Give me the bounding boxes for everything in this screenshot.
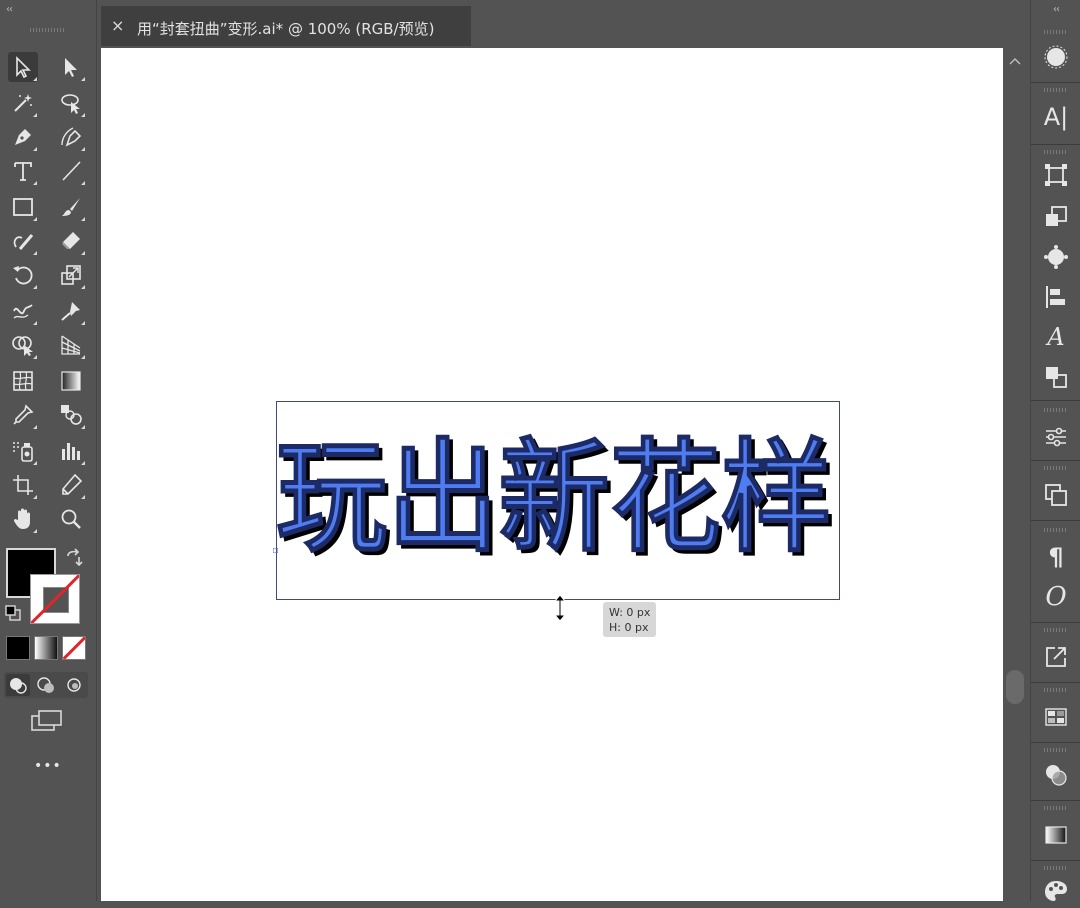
edit-toolbar-button[interactable]: ••• bbox=[34, 758, 62, 774]
dock-grip[interactable] bbox=[1044, 866, 1068, 870]
gradient-panel-icon[interactable] bbox=[1039, 818, 1073, 852]
scroll-up-icon[interactable] bbox=[1009, 54, 1021, 68]
appearance-panel-icon[interactable] bbox=[1039, 240, 1073, 274]
slice-tool-icon[interactable] bbox=[56, 470, 86, 500]
document-title: 用“封套扭曲”变形.ai* @ 100% (RGB/预览) bbox=[137, 20, 435, 38]
gradient-tool-icon[interactable] bbox=[56, 366, 86, 396]
shaper-tool-icon[interactable] bbox=[8, 226, 38, 256]
tools-panel: ‹‹ ••• bbox=[0, 0, 97, 901]
rotate-tool-icon[interactable] bbox=[8, 260, 38, 290]
artboards-panel-icon[interactable] bbox=[1039, 478, 1073, 512]
scroll-thumb[interactable] bbox=[1006, 670, 1024, 704]
collapse-tools-button[interactable]: ‹‹ bbox=[6, 4, 13, 15]
warp-tool-icon[interactable] bbox=[8, 296, 38, 326]
dock-grip[interactable] bbox=[1044, 688, 1068, 692]
magic-wand-tool-icon[interactable] bbox=[8, 88, 38, 118]
draw-modes-group bbox=[4, 672, 88, 698]
envelope-bounding-box[interactable] bbox=[276, 401, 840, 600]
dock-grip[interactable] bbox=[1044, 528, 1068, 532]
dimension-tooltip: W: 0 px H: 0 px bbox=[603, 602, 656, 637]
draw-inside-icon[interactable] bbox=[62, 674, 86, 696]
export-panel-icon[interactable] bbox=[1039, 640, 1073, 674]
dock-grip[interactable] bbox=[1044, 628, 1068, 632]
color-mode-button[interactable] bbox=[6, 636, 30, 660]
document-tab[interactable]: × 用“封套扭曲”变形.ai* @ 100% (RGB/预览) bbox=[101, 6, 471, 46]
stroke-none-swatch[interactable] bbox=[30, 574, 80, 624]
rectangle-tool-icon[interactable] bbox=[8, 192, 38, 222]
eraser-tool-icon[interactable] bbox=[56, 226, 86, 256]
swatches-panel-icon[interactable] bbox=[1039, 700, 1073, 734]
line-segment-tool-icon[interactable] bbox=[56, 156, 86, 186]
eyedropper-tool-icon[interactable] bbox=[8, 400, 38, 430]
dock-grip[interactable] bbox=[1044, 150, 1068, 154]
document-tab-bar: × 用“封套扭曲”变形.ai* @ 100% (RGB/预览) bbox=[101, 0, 1027, 48]
paintbrush-tool-icon[interactable] bbox=[56, 192, 86, 222]
gradient-mode-button[interactable] bbox=[34, 636, 58, 660]
brushes-panel-icon[interactable] bbox=[1039, 40, 1073, 74]
close-document-icon[interactable]: × bbox=[111, 16, 124, 35]
transparency-panel-icon[interactable] bbox=[1039, 758, 1073, 792]
change-screen-mode-icon[interactable] bbox=[30, 708, 64, 734]
illustrator-window: ‹‹ ••• × 用“封套扭曲”变形.ai* @ 100% (RGB/预览) 玩… bbox=[0, 0, 1080, 901]
opentype-panel-icon[interactable]: 𝐴 bbox=[1039, 320, 1073, 354]
default-fill-stroke-icon[interactable] bbox=[4, 604, 22, 622]
perspective-grid-tool-icon[interactable] bbox=[56, 330, 86, 360]
properties-panel-icon[interactable] bbox=[1039, 420, 1073, 454]
dock-grip[interactable] bbox=[1044, 408, 1068, 412]
lasso-tool-icon[interactable] bbox=[56, 88, 86, 118]
tooltip-height: H: 0 px bbox=[609, 621, 649, 634]
curvature-tool-icon[interactable] bbox=[56, 122, 86, 152]
color-guide-panel-icon[interactable] bbox=[1039, 874, 1073, 908]
dock-grip[interactable] bbox=[1044, 748, 1068, 752]
pen-tool-icon[interactable] bbox=[8, 122, 38, 152]
anchor-point-marker bbox=[272, 546, 279, 554]
tooltip-width: W: 0 px bbox=[609, 606, 651, 619]
character-panel-icon[interactable]: A| bbox=[1039, 100, 1073, 134]
selection-tool-icon[interactable] bbox=[8, 52, 38, 82]
mesh-tool-icon[interactable] bbox=[8, 366, 38, 396]
glyphs-panel-icon[interactable]: O bbox=[1039, 580, 1073, 614]
symbol-sprayer-tool-icon[interactable] bbox=[8, 436, 38, 466]
vertical-scrollbar[interactable] bbox=[1003, 48, 1027, 901]
align-panel-icon[interactable] bbox=[1039, 280, 1073, 314]
blend-tool-icon[interactable] bbox=[56, 400, 86, 430]
vertical-resize-cursor-icon bbox=[553, 594, 567, 622]
type-tool-icon[interactable] bbox=[8, 156, 38, 186]
scale-tool-icon[interactable] bbox=[56, 260, 86, 290]
none-mode-button[interactable] bbox=[62, 636, 86, 660]
transform-panel-icon[interactable] bbox=[1039, 158, 1073, 192]
dock-grip[interactable] bbox=[1044, 466, 1068, 470]
puppet-warp-tool-icon[interactable] bbox=[56, 296, 86, 326]
hand-tool-icon[interactable] bbox=[8, 504, 38, 534]
zoom-tool-icon[interactable] bbox=[56, 504, 86, 534]
layers-arrange-panel-icon[interactable] bbox=[1039, 360, 1073, 394]
none-slash bbox=[31, 575, 79, 623]
artboard-tool-icon[interactable] bbox=[8, 470, 38, 500]
artboard-canvas[interactable]: 玩出新花样 玩出新花样 W: 0 px H: 0 px bbox=[101, 48, 1003, 901]
paragraph-panel-icon[interactable]: ¶ bbox=[1039, 540, 1073, 574]
swap-fill-stroke-icon[interactable] bbox=[64, 548, 84, 568]
draw-behind-icon[interactable] bbox=[34, 674, 58, 696]
dock-grip[interactable] bbox=[1044, 806, 1068, 810]
draw-normal-icon[interactable] bbox=[6, 674, 30, 696]
pathfinder-panel-icon[interactable] bbox=[1039, 200, 1073, 234]
dock-grip[interactable] bbox=[1044, 30, 1068, 34]
collapse-panels-button[interactable]: ‹‹ bbox=[1053, 4, 1060, 15]
panel-dock: ‹‹ A| 𝐴 ¶ O bbox=[1030, 0, 1080, 901]
tools-panel-grip[interactable] bbox=[30, 28, 66, 32]
shape-builder-tool-icon[interactable] bbox=[8, 330, 38, 360]
direct-selection-tool-icon[interactable] bbox=[56, 52, 86, 82]
column-graph-tool-icon[interactable] bbox=[56, 436, 86, 466]
dock-grip[interactable] bbox=[1044, 88, 1068, 92]
